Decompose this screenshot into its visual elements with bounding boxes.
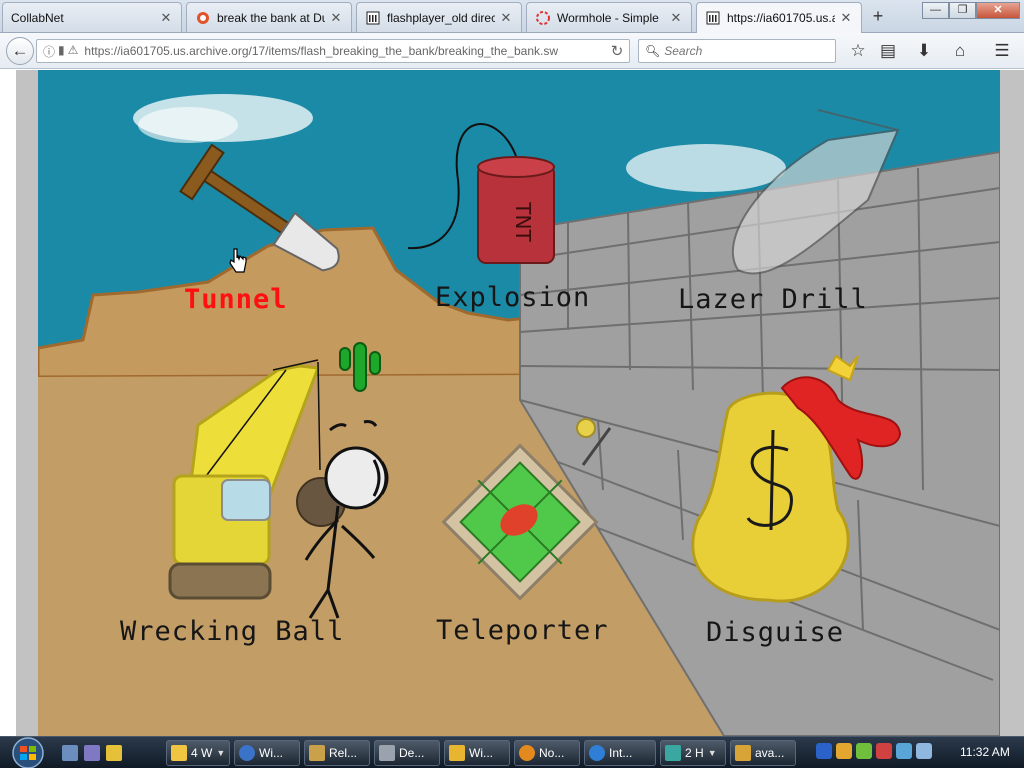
tab-collabnet[interactable]: CollabNet ✕ [2, 2, 182, 32]
quick-launch [62, 745, 122, 761]
taskbar: 4 W ▼ Wi... Rel... De... Wi... No... Int… [0, 736, 1024, 768]
system-tray [816, 743, 932, 759]
clock[interactable]: 11:32 AM [960, 745, 1010, 759]
bluetooth-icon[interactable] [816, 743, 832, 759]
folder-icon [171, 745, 187, 761]
tab-flashplayer-old[interactable]: flashplayer_old direc ✕ [356, 2, 522, 32]
search-bar[interactable]: 🔍︎ [638, 39, 836, 63]
close-icon[interactable]: ✕ [499, 10, 513, 26]
url-bar[interactable]: ⓘ ▮ ⚠ https://ia601705.us.archive.org/17… [36, 39, 630, 63]
switch-windows-icon[interactable] [84, 745, 100, 761]
internet-explorer-icon [589, 745, 605, 761]
downloads-icon[interactable]: ⬇ [912, 39, 936, 63]
option-wrecking-ball[interactable]: Wrecking Ball [120, 616, 344, 647]
help-icon [239, 745, 255, 761]
window-close-button[interactable]: ✕ [976, 2, 1020, 19]
taskbar-button-label: Int... [609, 746, 633, 760]
start-button[interactable] [8, 737, 48, 768]
flash-game-canvas[interactable]: TNT Tunnel Explosion Lazer Drill Wreckin… [38, 70, 1000, 736]
media-player-icon[interactable] [106, 745, 122, 761]
info-icon[interactable]: ⓘ [43, 43, 55, 60]
volume-icon[interactable] [916, 743, 932, 759]
taskbar-button[interactable]: 2 H ▼ [660, 740, 726, 766]
page-gutter [1000, 70, 1024, 736]
close-icon[interactable]: ✕ [159, 10, 173, 26]
show-desktop-icon[interactable] [62, 745, 78, 761]
tab-title: flashplayer_old direc [387, 10, 495, 25]
minimize-button[interactable]: — [922, 2, 949, 19]
archive-favicon-icon [365, 10, 381, 26]
brave-favicon-icon [195, 10, 211, 26]
cloud [138, 107, 238, 143]
page-content: TNT Tunnel Explosion Lazer Drill Wreckin… [0, 70, 1024, 736]
option-explosion[interactable]: Explosion [435, 282, 590, 313]
taskbar-button-label: No... [539, 746, 565, 760]
update-icon[interactable] [856, 743, 872, 759]
tab-wormhole[interactable]: Wormhole - Simple ✕ [526, 2, 692, 32]
app-icon [735, 745, 751, 761]
close-icon[interactable]: ✕ [669, 10, 683, 26]
media-icon [449, 745, 465, 761]
reload-icon[interactable]: ↻ [605, 42, 629, 60]
back-button[interactable]: ← [6, 37, 34, 65]
plugin-icon[interactable]: ▮ [58, 43, 65, 60]
taskbar-button[interactable]: No... [514, 740, 580, 766]
maximize-button[interactable]: ❐ [949, 2, 976, 19]
taskbar-button-label: 2 H [685, 746, 704, 760]
taskbar-button-label: Rel... [329, 746, 358, 760]
archive-favicon-icon [705, 10, 721, 26]
taskbar-button[interactable]: Wi... [234, 740, 300, 766]
taskbar-button-label: Wi... [259, 746, 283, 760]
taskbar-button[interactable]: Rel... [304, 740, 370, 766]
remote-icon [665, 745, 681, 761]
chevron-down-icon: ▼ [216, 748, 226, 758]
tab-bar: CollabNet ✕ break the bank at Du ✕ flash… [0, 0, 1024, 33]
chevron-down-icon: ▼ [707, 748, 717, 758]
search-input[interactable] [664, 44, 825, 58]
navigation-bar: ← ⓘ ▮ ⚠ https://ia601705.us.archive.org/… [0, 33, 1024, 69]
option-teleporter[interactable]: Teleporter [436, 615, 609, 646]
browser-icon [519, 745, 535, 761]
option-tunnel[interactable]: Tunnel [184, 284, 288, 315]
search-icon: 🔍︎ [645, 44, 661, 58]
option-disguise[interactable]: Disguise [706, 617, 844, 648]
tab-title: https://ia601705.us.a [727, 11, 835, 25]
page-gutter [16, 70, 38, 736]
taskbar-button[interactable]: ava... [730, 740, 796, 766]
new-tab-button[interactable]: + [868, 5, 888, 27]
taskbar-button[interactable]: De... [374, 740, 440, 766]
wormhole-favicon-icon [535, 10, 551, 26]
taskbar-button[interactable]: 4 W ▼ [166, 740, 230, 766]
lock-warning-icon[interactable]: ⚠ [68, 43, 79, 60]
tab-break-the-bank[interactable]: break the bank at Du ✕ [186, 2, 352, 32]
taskbar-button-label: Wi... [469, 746, 493, 760]
reading-list-icon[interactable]: ▤ [876, 39, 900, 63]
cloud [626, 144, 786, 192]
window-controls: — ❐ ✕ [922, 2, 1020, 19]
tab-title: Wormhole - Simple [557, 10, 659, 25]
taskbar-button-label: ava... [755, 746, 785, 760]
network-icon [309, 745, 325, 761]
close-icon[interactable]: ✕ [839, 10, 853, 26]
antivirus-icon[interactable] [836, 743, 852, 759]
tab-archive-swf[interactable]: https://ia601705.us.a ✕ [696, 2, 862, 33]
taskbar-button[interactable]: Int... [584, 740, 656, 766]
hand-cursor-icon [229, 248, 247, 273]
device-icon [379, 745, 395, 761]
bookmark-star-icon[interactable]: ☆ [846, 39, 870, 63]
security-icon[interactable] [876, 743, 892, 759]
menu-icon[interactable]: ☰ [990, 39, 1014, 63]
url-text[interactable]: https://ia601705.us.archive.org/17/items… [84, 44, 605, 58]
home-icon[interactable]: ⌂ [948, 39, 972, 63]
network-tray-icon[interactable] [896, 743, 912, 759]
taskbar-button-label: 4 W [191, 746, 213, 760]
taskbar-button-label: De... [399, 746, 425, 760]
tab-title: break the bank at Du [217, 10, 325, 25]
taskbar-button[interactable]: Wi... [444, 740, 510, 766]
option-lazer-drill[interactable]: Lazer Drill [678, 284, 868, 315]
close-icon[interactable]: ✕ [329, 10, 343, 26]
tab-title: CollabNet [11, 10, 64, 25]
dynamite-label: TNT [511, 201, 535, 242]
